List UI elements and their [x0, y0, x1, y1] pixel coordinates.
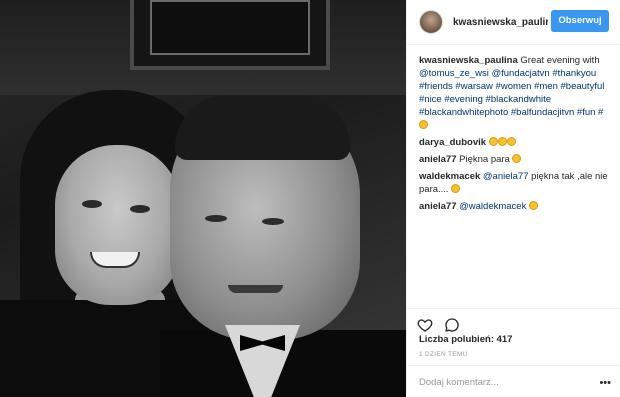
comment-username[interactable]: aniela77: [419, 154, 457, 165]
photo-woman-eye-left: [82, 200, 102, 208]
heart-eyes-emoji-icon: [497, 137, 507, 146]
add-comment-bar: Dodaj komentarz... •••: [407, 365, 620, 397]
comment-text: Piękna para: [459, 154, 510, 165]
comment-username[interactable]: waldekmacek: [419, 171, 480, 182]
caption-mention[interactable]: @tomus_ze_wsi: [419, 68, 489, 79]
photo-man-eye-right: [262, 218, 284, 225]
list-item: aniela77 @waldekmacek: [419, 200, 615, 213]
post-side-panel: kwasniewska_paulin Obserwuj kwasniewska_…: [406, 0, 620, 397]
photo-woman-face: [55, 145, 180, 305]
caption: kwasniewska_paulina Great evening with @…: [419, 54, 615, 132]
comment-mention[interactable]: @waldekmacek: [459, 201, 526, 212]
grin-emoji-icon: [528, 201, 538, 210]
heart-eyes-emoji-icon: [506, 137, 516, 146]
smile-emoji-icon: [512, 154, 522, 163]
header-username[interactable]: kwasniewska_paulin: [453, 17, 548, 28]
caption-hashtags[interactable]: #nice #evening #blackandwhite: [419, 94, 551, 105]
caption-text: Great evening with: [520, 55, 600, 66]
caption-hashtags[interactable]: #blackandwhitephoto #balfundacjitvn #fun…: [419, 107, 603, 118]
more-icon[interactable]: •••: [599, 377, 611, 389]
caption-mention[interactable]: @fundacjatvn: [491, 68, 549, 79]
likes-number: 417: [496, 334, 513, 345]
avatar[interactable]: [419, 10, 443, 34]
smile-emoji-icon: [419, 120, 428, 129]
photo-window-inner: [150, 0, 310, 55]
post-header: kwasniewska_paulin Obserwuj: [407, 0, 620, 45]
photo-man-eye-left: [205, 215, 227, 222]
caption-hashtags[interactable]: #thankyou: [552, 68, 596, 79]
heart-eyes-emoji-icon: [488, 137, 498, 146]
list-item: darya_dubovik: [419, 136, 615, 149]
post-photo[interactable]: [0, 0, 406, 397]
comment-mention[interactable]: @aniela77: [483, 171, 529, 182]
likes-count[interactable]: Liczba polubień: 417: [419, 334, 512, 345]
list-item: waldekmacek @aniela77 piękna tak ,ale ni…: [419, 170, 615, 196]
photo-man-hair: [175, 95, 350, 160]
unamused-emoji-icon: [451, 184, 461, 193]
post-actions: [407, 308, 620, 336]
follow-button[interactable]: Obserwuj: [551, 10, 609, 32]
comment-username[interactable]: aniela77: [419, 201, 457, 212]
photo-man-mouth: [228, 285, 283, 293]
comments-list: kwasniewska_paulina Great evening with @…: [419, 54, 615, 213]
likes-label: Liczba polubień:: [419, 334, 494, 345]
caption-username[interactable]: kwasniewska_paulina: [419, 55, 518, 66]
comment-bubble-icon[interactable]: [444, 317, 460, 333]
heart-icon[interactable]: [417, 317, 433, 333]
caption-hashtags[interactable]: #friends #warsaw #women #men #beautyful: [419, 81, 604, 92]
instagram-post: kwasniewska_paulin Obserwuj kwasniewska_…: [0, 0, 620, 397]
comment-username[interactable]: darya_dubovik: [419, 137, 486, 148]
post-timestamp[interactable]: 1 DZIEŃ TEMU: [419, 351, 468, 358]
list-item: aniela77 Piękna para: [419, 153, 615, 166]
comment-input[interactable]: Dodaj komentarz...: [419, 377, 499, 388]
photo-woman-eye-right: [130, 205, 150, 213]
